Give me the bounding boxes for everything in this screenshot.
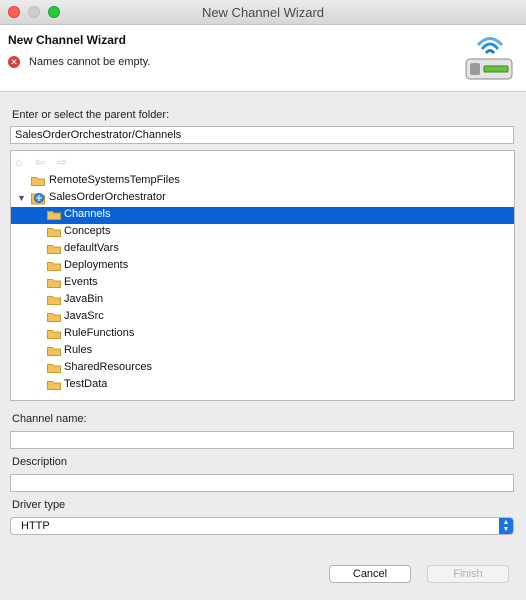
error-message: Names cannot be empty.	[29, 56, 151, 68]
tree-item-label: Channels	[64, 208, 111, 220]
project-icon	[31, 191, 45, 205]
forward-arrow-icon[interactable]: ⇨	[57, 155, 67, 169]
wizard-banner: New Channel Wizard ✕ Names cannot be emp…	[0, 25, 526, 92]
tree-item-javabin[interactable]: JavaBin	[11, 292, 514, 309]
tree-item-label: SharedResources	[64, 361, 153, 373]
folder-icon	[47, 278, 61, 288]
tree-item-javasrc[interactable]: JavaSrc	[11, 309, 514, 326]
folder-tree[interactable]: ⌂ ⇦ ⇨ RemoteSystemsTempFiles ▼ SalesOrde…	[10, 150, 515, 401]
driver-type-value: HTTP	[21, 520, 50, 532]
folder-icon	[47, 363, 61, 373]
home-icon[interactable]: ⌂	[15, 155, 22, 169]
channel-name-label: Channel name:	[12, 413, 87, 425]
tree-item-label: RemoteSystemsTempFiles	[49, 174, 180, 186]
back-arrow-icon[interactable]: ⇦	[35, 155, 45, 169]
folder-icon	[47, 227, 61, 237]
tree-item-testdata[interactable]: TestData	[11, 377, 514, 394]
driver-type-select[interactable]: HTTP ▲ ▼	[10, 517, 514, 535]
tree-item-label: Deployments	[64, 259, 129, 271]
parent-folder-input[interactable]: SalesOrderOrchestrator/Channels	[10, 126, 514, 144]
wizard-window: New Channel Wizard New Channel Wizard ✕ …	[0, 0, 526, 600]
banner-title: New Channel Wizard	[8, 33, 126, 47]
tree-item-label: Concepts	[64, 225, 111, 237]
tree-item-concepts[interactable]: Concepts	[11, 224, 514, 241]
tree-item-rules[interactable]: Rules	[11, 343, 514, 360]
folder-icon	[47, 295, 61, 305]
tree-item-label: JavaBin	[64, 293, 104, 305]
folder-icon	[47, 261, 61, 271]
folder-icon	[47, 312, 61, 322]
tree-item-label: SalesOrderOrchestrator	[49, 191, 166, 203]
tree-item-remotesystemstempfiles[interactable]: RemoteSystemsTempFiles	[11, 173, 514, 190]
driver-type-label: Driver type	[12, 499, 66, 511]
error-icon: ✕	[8, 56, 20, 68]
tree-item-label: Rules	[64, 344, 93, 356]
title-bar: New Channel Wizard	[0, 0, 526, 25]
parent-folder-label: Enter or select the parent folder:	[12, 109, 170, 121]
folder-icon	[31, 176, 45, 186]
folder-icon	[47, 380, 61, 390]
channel-name-input[interactable]	[10, 431, 514, 449]
tree-item-label: TestData	[64, 378, 108, 390]
tree-item-defaultvars[interactable]: defaultVars	[11, 241, 514, 258]
tree-item-salesorderorchestrator[interactable]: ▼ SalesOrderOrchestrator	[11, 190, 514, 207]
tree-item-label: Events	[64, 276, 98, 288]
cancel-button[interactable]: Cancel	[329, 565, 411, 583]
tree-item-channels[interactable]: Channels	[11, 207, 514, 224]
tree-item-deployments[interactable]: Deployments	[11, 258, 514, 275]
tree-item-label: RuleFunctions	[64, 327, 135, 339]
tree-item-sharedresources[interactable]: SharedResources	[11, 360, 514, 377]
tree-item-events[interactable]: Events	[11, 275, 514, 292]
up-down-chevron-icon: ▲ ▼	[499, 518, 513, 534]
folder-icon	[47, 210, 61, 220]
window-title: New Channel Wizard	[201, 5, 325, 20]
tree-item-label: JavaSrc	[64, 310, 104, 322]
channel-wizard-icon	[460, 35, 516, 83]
tree-item-rulefunctions[interactable]: RuleFunctions	[11, 326, 514, 343]
tree-item-label: defaultVars	[64, 242, 119, 254]
folder-icon	[47, 244, 61, 254]
finish-button[interactable]: Finish	[427, 565, 509, 583]
description-input[interactable]	[10, 474, 514, 492]
folder-icon	[47, 346, 61, 356]
folder-icon	[47, 329, 61, 339]
description-label: Description	[12, 456, 68, 468]
expand-triangle-icon[interactable]: ▼	[17, 193, 26, 203]
